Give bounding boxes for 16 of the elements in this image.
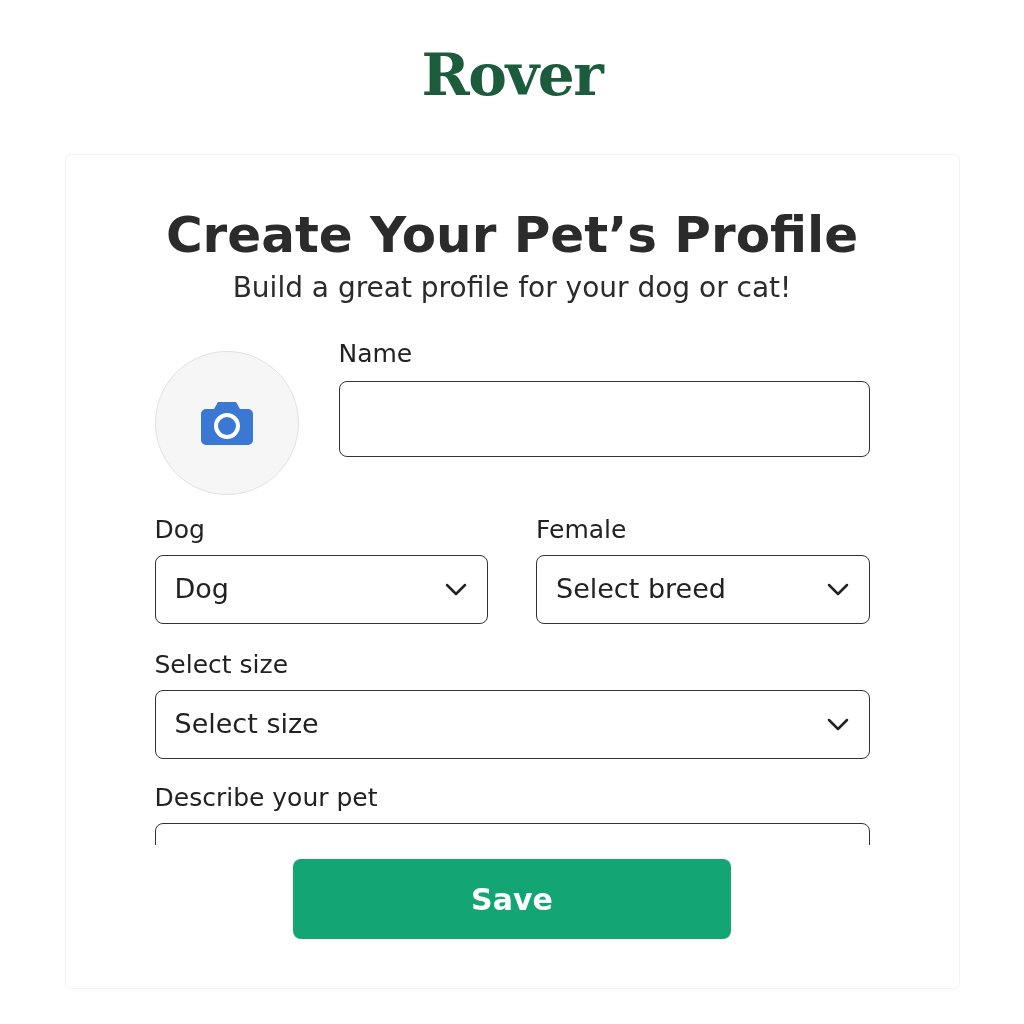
chevron-down-icon [826, 583, 849, 596]
page-title: Create Your Pet’s Profile [165, 205, 859, 266]
field-label: Dog [154, 514, 206, 546]
logo: Rover [421, 40, 603, 110]
chevron-down-icon [445, 583, 467, 596]
field-label: Name [338, 338, 414, 370]
dropdown[interactable]: Select size [154, 690, 870, 759]
field-label: Select size [154, 649, 290, 681]
dropdown[interactable]: Dog [154, 555, 488, 624]
name-input-field[interactable] [338, 381, 870, 457]
dropdown[interactable]: Select breed [536, 555, 870, 624]
field-label: Female [536, 514, 628, 546]
subtitle: Build a great profile for your dog or cat! [232, 270, 792, 306]
chevron-down-icon [826, 718, 849, 731]
field-label: Describe your pet [154, 782, 379, 814]
camera-icon [199, 400, 254, 446]
